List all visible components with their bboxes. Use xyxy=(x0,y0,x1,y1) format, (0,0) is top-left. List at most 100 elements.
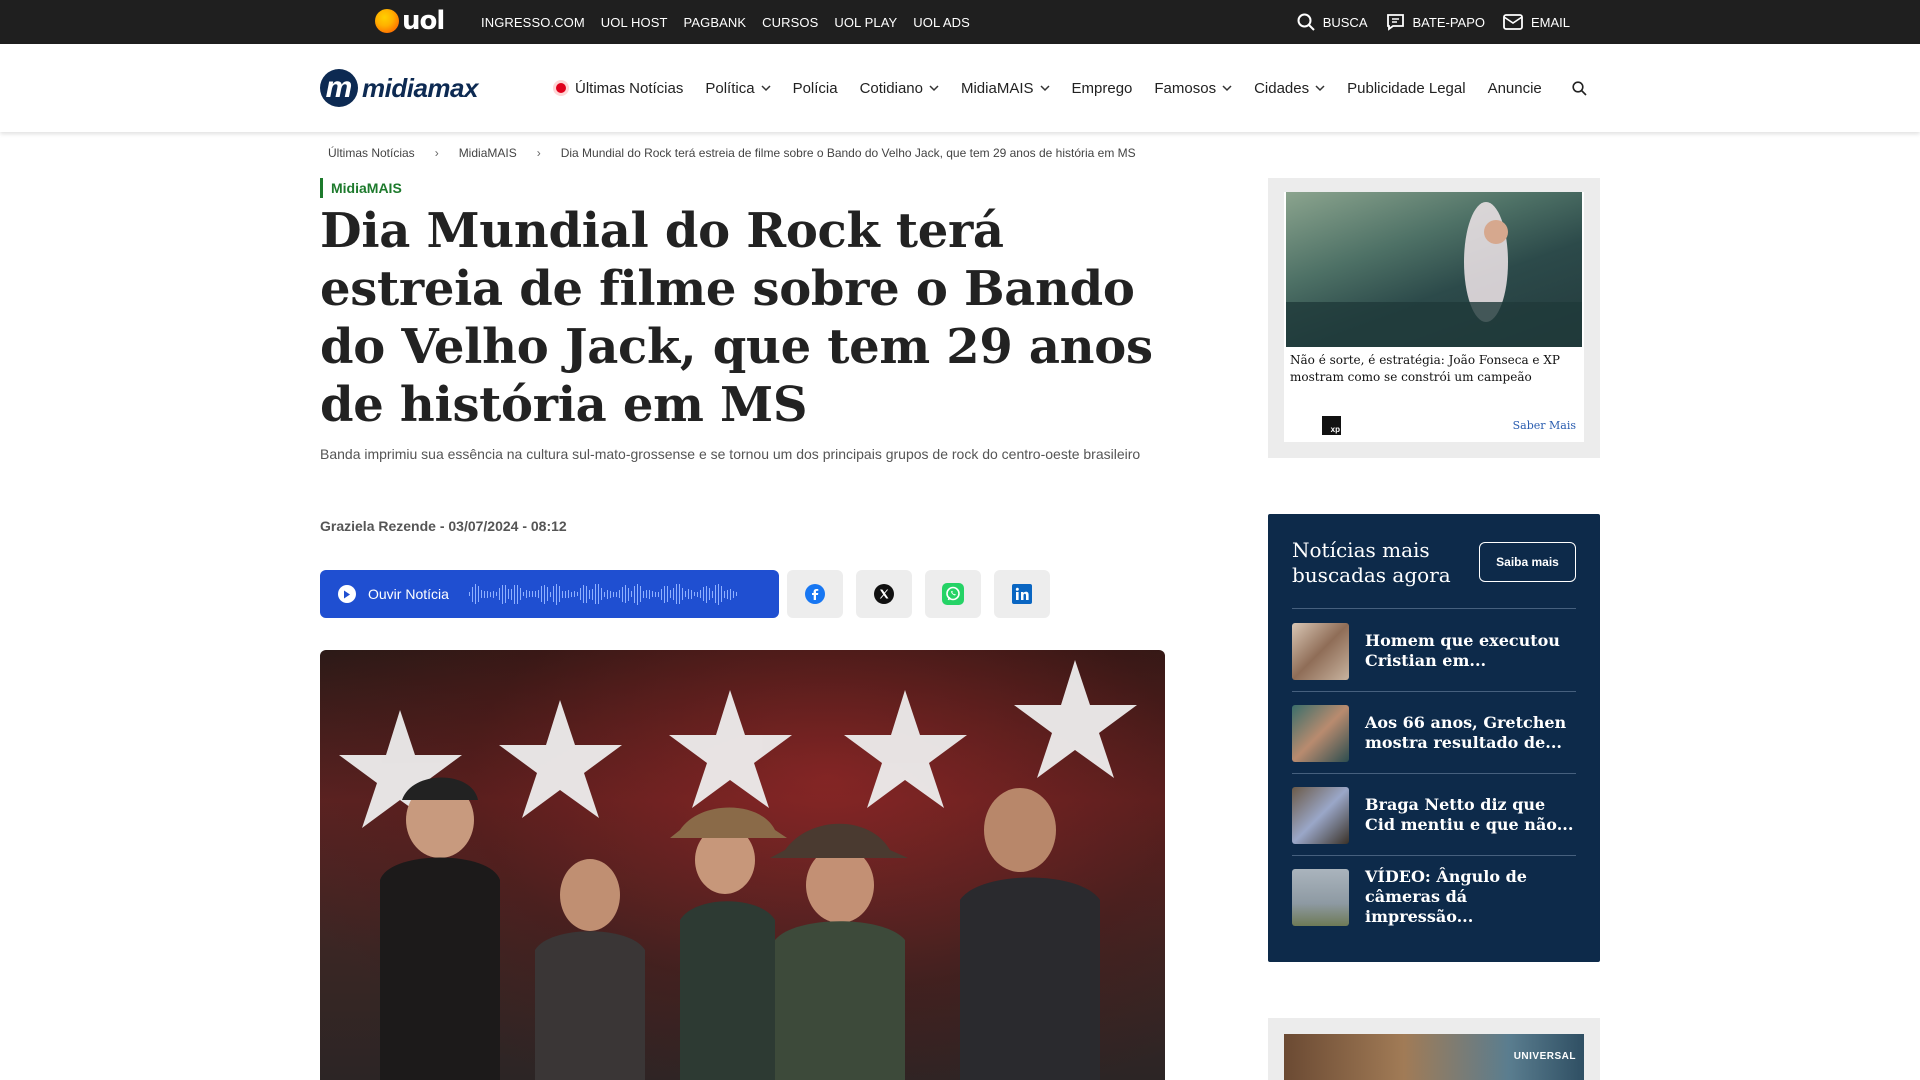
audio-waveform xyxy=(468,582,737,606)
waveform-bar xyxy=(618,590,620,598)
share-facebook-button[interactable] xyxy=(787,570,843,618)
band-photo-illustration xyxy=(339,660,1137,1080)
waveform-bar xyxy=(504,585,506,603)
main-nav: Últimas Notícias Política Polícia Cotidi… xyxy=(553,44,1542,132)
ad-cta-link[interactable]: Saber Mais xyxy=(1513,419,1576,432)
nav-politica[interactable]: Política xyxy=(705,80,771,97)
breadcrumb-item-ultimas[interactable]: Últimas Notícias xyxy=(328,146,415,160)
trending-item[interactable]: Braga Netto diz que Cid mentiu e que não… xyxy=(1292,774,1576,856)
uol-link-ads[interactable]: UOL ADS xyxy=(913,15,970,30)
uol-email-button[interactable]: EMAIL xyxy=(1503,14,1570,30)
trending-item-text: Homem que executou Cristian em... xyxy=(1365,631,1560,670)
play-icon xyxy=(338,585,356,603)
waveform-bar xyxy=(510,588,512,600)
uol-link-pagbank[interactable]: PAGBANK xyxy=(684,15,747,30)
waveform-bar xyxy=(726,589,728,599)
waveform-bar xyxy=(729,588,731,600)
uol-logo[interactable]: uol xyxy=(375,8,445,34)
nav-label: Cidades xyxy=(1254,79,1310,97)
nav-anuncie[interactable]: Anuncie xyxy=(1488,80,1542,97)
waveform-bar xyxy=(720,586,722,602)
waveform-bar xyxy=(531,591,533,597)
breadcrumb-item-midiamais[interactable]: MidiaMAIS xyxy=(459,146,517,160)
share-whatsapp-button[interactable] xyxy=(925,570,981,618)
nav-policia[interactable]: Polícia xyxy=(793,80,838,97)
waveform-bar xyxy=(636,583,638,605)
nav-label: Publicidade Legal xyxy=(1347,79,1466,97)
waveform-bar xyxy=(495,592,497,596)
x-icon xyxy=(874,584,894,604)
trending-item[interactable]: Aos 66 anos, Gretchen mostra resultado d… xyxy=(1292,692,1576,774)
waveform-bar xyxy=(714,585,716,603)
waveform-bar xyxy=(681,588,683,600)
waveform-bar xyxy=(564,590,566,598)
waveform-bar xyxy=(552,586,554,602)
waveform-bar xyxy=(537,590,539,598)
waveform-bar xyxy=(648,589,650,599)
share-linkedin-button[interactable] xyxy=(994,570,1050,618)
section-tag[interactable]: MidiaMAIS xyxy=(320,178,402,198)
waveform-bar xyxy=(624,585,626,603)
trending-thumb xyxy=(1292,622,1349,680)
ad-card[interactable]: Não é sorte, é estratégia: João Fonseca … xyxy=(1284,192,1584,442)
linkedin-icon xyxy=(1012,584,1032,604)
breadcrumb-item-current: Dia Mundial do Rock terá estreia de film… xyxy=(560,146,1136,160)
divider xyxy=(1292,608,1576,609)
waveform-bar xyxy=(615,591,617,597)
uol-link-cursos[interactable]: CURSOS xyxy=(762,15,818,30)
universal-logo: UNIVERSAL xyxy=(1513,1051,1576,1062)
xp-logo: xp xyxy=(1322,416,1341,435)
nav-publicidade-legal[interactable]: Publicidade Legal xyxy=(1347,80,1465,97)
share-x-button[interactable] xyxy=(856,570,912,618)
universal-ad[interactable]: UNIVERSAL xyxy=(1284,1034,1584,1080)
nav-emprego[interactable]: Emprego xyxy=(1072,80,1133,97)
waveform-bar xyxy=(468,592,470,596)
nav-cidades[interactable]: Cidades xyxy=(1254,80,1325,97)
waveform-bar xyxy=(471,586,473,602)
waveform-bar xyxy=(723,590,725,598)
chevron-right-icon: › xyxy=(536,146,541,160)
waveform-bar xyxy=(525,590,527,598)
waveform-bar xyxy=(678,584,680,604)
article-title: Dia Mundial do Rock terá estreia de film… xyxy=(320,203,1153,433)
waveform-bar xyxy=(474,584,476,604)
waveform-bar xyxy=(666,586,668,602)
waveform-bar xyxy=(642,590,644,598)
uol-chat-button[interactable]: BATE-PAPO xyxy=(1386,13,1485,31)
waveform-bar xyxy=(654,591,656,597)
waveform-bar xyxy=(645,590,647,598)
nav-midiamais[interactable]: MidiaMAIS xyxy=(961,80,1050,97)
listen-news-label: Ouvir Notícia xyxy=(368,586,449,602)
nav-famosos[interactable]: Famosos xyxy=(1154,80,1232,97)
article-hero-image xyxy=(320,650,1165,1080)
waveform-bar xyxy=(549,591,551,597)
chevron-down-icon xyxy=(1315,85,1325,92)
waveform-bar xyxy=(576,592,578,596)
uol-link-play[interactable]: UOL PLAY xyxy=(834,15,897,30)
ad-photo xyxy=(1286,192,1582,347)
trending-more-button[interactable]: Saiba mais xyxy=(1479,542,1576,582)
waveform-bar xyxy=(717,583,719,605)
waveform-bar xyxy=(567,590,569,598)
chevron-down-icon xyxy=(761,85,771,92)
uol-search-button[interactable]: BUSCA xyxy=(1297,13,1368,31)
facebook-icon xyxy=(805,584,825,604)
waveform-bar xyxy=(663,585,665,603)
nav-cotidiano[interactable]: Cotidiano xyxy=(860,80,939,97)
listen-news-button[interactable]: Ouvir Notícia xyxy=(320,570,779,618)
waveform-bar xyxy=(699,590,701,598)
trending-item[interactable]: Homem que executou Cristian em... xyxy=(1292,610,1576,692)
waveform-bar xyxy=(534,591,536,597)
nav-ultimas-noticias[interactable]: Últimas Notícias xyxy=(553,80,683,97)
midiamax-logo[interactable]: m midiamax xyxy=(320,69,478,107)
waveform-bar xyxy=(696,591,698,597)
uol-link-host[interactable]: UOL HOST xyxy=(601,15,668,30)
whatsapp-icon xyxy=(942,583,964,605)
chevron-down-icon xyxy=(1039,85,1050,92)
waveform-bar xyxy=(606,589,608,599)
waveform-bar xyxy=(735,592,737,596)
trending-item[interactable]: VÍDEO: Ângulo de câmeras dá impressão... xyxy=(1292,856,1576,938)
search-icon[interactable] xyxy=(1572,81,1587,96)
waveform-bar xyxy=(501,584,503,604)
uol-link-ingresso[interactable]: INGRESSO.COM xyxy=(481,15,585,30)
